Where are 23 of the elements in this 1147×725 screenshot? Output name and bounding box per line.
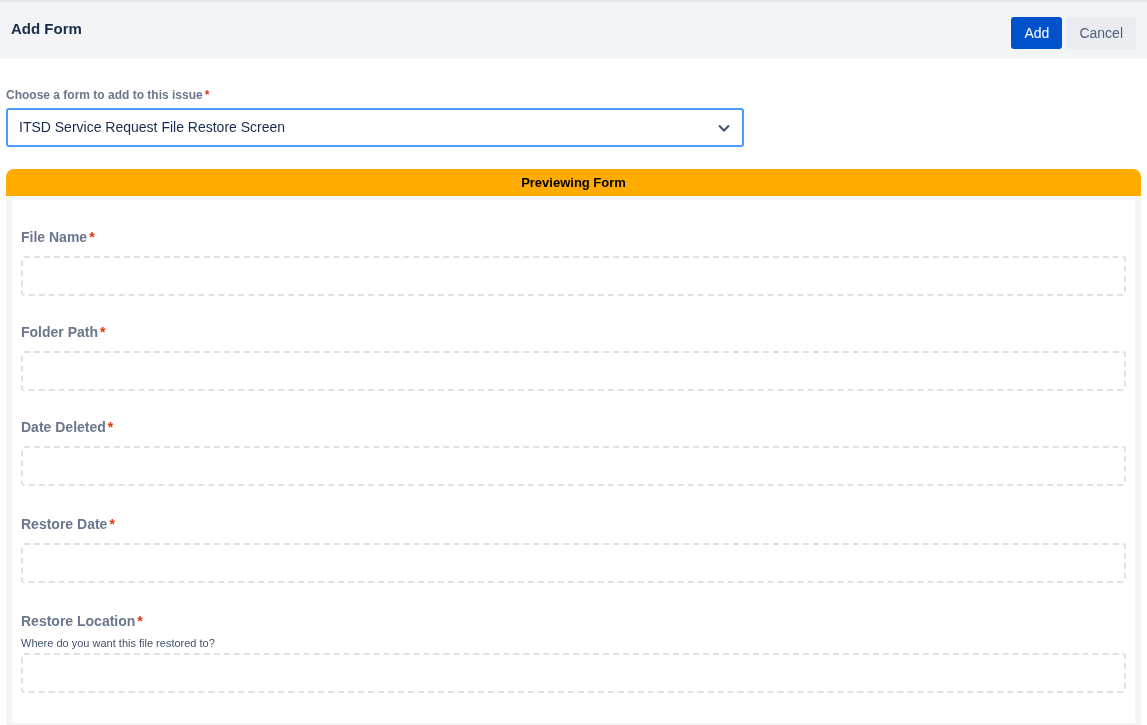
required-mark: * — [107, 418, 114, 437]
add-button[interactable]: Add — [1011, 17, 1063, 49]
text-field[interactable] — [21, 543, 1126, 583]
text-field[interactable] — [21, 351, 1126, 391]
field-label: Date Deleted — [21, 418, 106, 437]
field-label: Restore Location — [21, 612, 136, 631]
required-mark: * — [100, 323, 106, 342]
text-field[interactable] — [21, 256, 1126, 296]
select-label: Choose a form to add to this issue — [6, 87, 203, 104]
required-mark: * — [89, 228, 95, 247]
field-label: Restore Date — [21, 515, 108, 534]
field-label: File Name — [21, 228, 88, 247]
text-field[interactable] — [21, 446, 1126, 486]
field-help-text: Where do you want this file restored to? — [21, 636, 216, 651]
field-label: Folder Path — [21, 323, 98, 342]
preview-banner: Previewing Form — [6, 169, 1141, 196]
required-mark: * — [204, 87, 210, 104]
text-field[interactable] — [21, 652, 1126, 693]
required-mark: * — [109, 515, 115, 534]
required-mark: * — [137, 612, 143, 631]
cancel-button[interactable]: Cancel — [1066, 17, 1136, 49]
form-select[interactable]: ITSD Service Request File Restore Screen — [6, 108, 744, 147]
page-title: Add Form — [11, 19, 82, 39]
